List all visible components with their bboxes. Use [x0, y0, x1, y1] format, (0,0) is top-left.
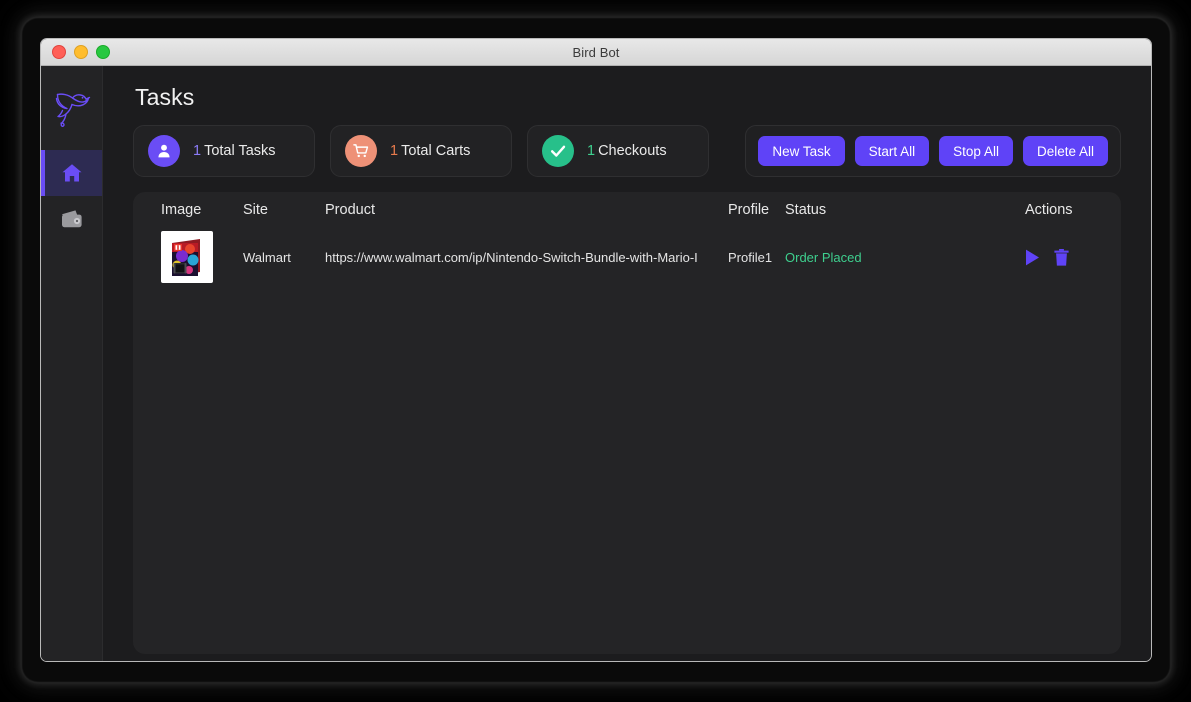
sidebar-item-wallet[interactable] [41, 196, 102, 242]
check-glyph-icon [550, 145, 566, 157]
stat-label-total-tasks: Total Tasks [204, 143, 276, 159]
cell-profile: Profile1 [728, 249, 773, 265]
stat-card-total-carts: 1 Total Carts [330, 125, 512, 177]
app-window: Bird Bot Tasks 1 Total Tasks 1 Total Car… [40, 38, 1152, 662]
cell-image [161, 231, 243, 283]
cell-product-url: https://www.walmart.com/ip/Nintendo-Swit… [325, 249, 698, 265]
sidebar-item-home[interactable] [41, 150, 102, 196]
main-content: Tasks 1 Total Tasks 1 Total Carts 1 Chec… [103, 66, 1151, 661]
trash-icon [1054, 248, 1069, 266]
user-icon [148, 135, 180, 167]
traffic-light-group [52, 39, 110, 65]
stat-card-checkouts: 1 Checkouts [527, 125, 709, 177]
tasks-table-header: Image Site Product Profile Status Action… [133, 192, 1121, 228]
column-header-product: Product [325, 202, 375, 218]
wallet-icon [61, 210, 82, 228]
bird-logo-icon [55, 93, 90, 127]
stat-count-total-carts: 1 [390, 143, 399, 159]
home-icon [62, 164, 81, 182]
column-header-image: Image [161, 202, 202, 218]
nintendo-switch-bundle-image [162, 232, 212, 282]
cart-icon [345, 135, 377, 167]
stat-text-total-tasks: 1 Total Tasks [193, 143, 276, 159]
product-thumbnail [161, 231, 213, 283]
app-body: Tasks 1 Total Tasks 1 Total Carts 1 Chec… [41, 66, 1151, 661]
cell-actions [1025, 248, 1121, 266]
column-header-site: Site [243, 202, 268, 218]
stat-count-checkouts: 1 [587, 143, 596, 159]
stat-label-checkouts: Checkouts [598, 143, 667, 159]
column-header-status: Status [785, 202, 827, 218]
delete-all-button[interactable]: Delete All [1022, 136, 1108, 166]
stat-text-total-carts: 1 Total Carts [390, 143, 470, 159]
stat-text-checkouts: 1 Checkouts [587, 143, 667, 159]
new-task-button[interactable]: New Task [758, 136, 845, 166]
delete-task-icon[interactable] [1054, 248, 1069, 266]
column-header-profile: Profile [728, 202, 770, 218]
status-badge: Order Placed [785, 249, 862, 265]
stats-row: 1 Total Tasks 1 Total Carts 1 Checkouts … [133, 125, 1121, 177]
stat-label-total-carts: Total Carts [401, 143, 471, 159]
tasks-table-panel: Image Site Product Profile Status Action… [133, 192, 1121, 654]
cart-glyph-icon [353, 144, 369, 158]
screen: Bird Bot Tasks 1 Total Tasks 1 Total Car… [0, 0, 1191, 702]
check-icon [542, 135, 574, 167]
start-all-button[interactable]: Start All [854, 136, 930, 166]
sidebar [41, 66, 103, 661]
maximize-button[interactable] [96, 45, 110, 59]
page-title: Tasks [135, 84, 195, 110]
task-actions-group: New Task Start All Stop All Delete All [745, 125, 1121, 177]
window-title: Bird Bot [572, 44, 620, 60]
start-task-icon[interactable] [1025, 249, 1040, 266]
app-logo [41, 66, 102, 150]
play-icon [1026, 249, 1039, 265]
window-titlebar[interactable]: Bird Bot [41, 39, 1151, 66]
user-glyph-icon [158, 144, 170, 158]
table-row[interactable]: Walmart https://www.walmart.com/ip/Ninte… [133, 228, 1121, 286]
stat-card-total-tasks: 1 Total Tasks [133, 125, 315, 177]
stat-count-total-tasks: 1 [193, 143, 202, 159]
column-header-actions: Actions [1025, 202, 1073, 218]
stop-all-button[interactable]: Stop All [939, 136, 1013, 166]
cell-site: Walmart [243, 249, 291, 265]
minimize-button[interactable] [74, 45, 88, 59]
close-button[interactable] [52, 45, 66, 59]
